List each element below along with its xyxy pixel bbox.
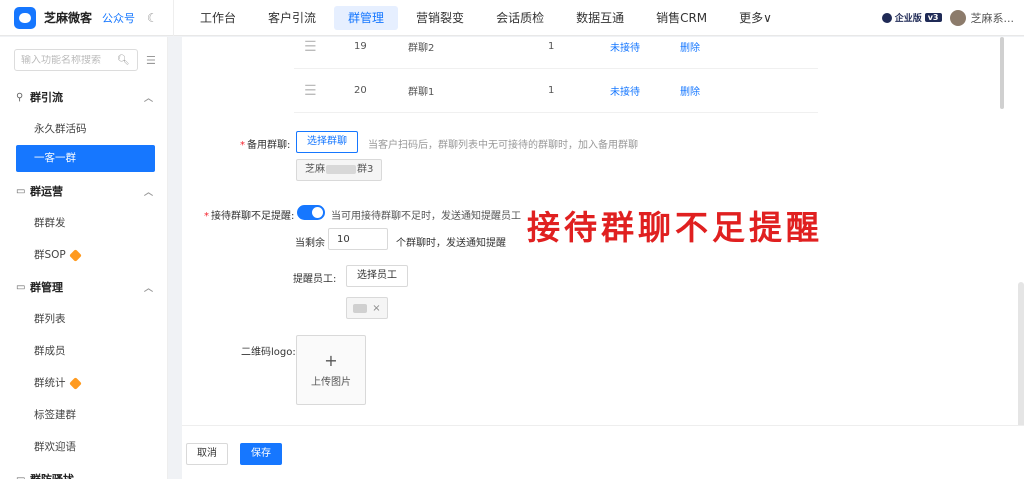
remain-prefix: 当剩余: [295, 238, 325, 249]
sidebar-item-group-stats[interactable]: 群统计: [0, 367, 167, 399]
row-index: 20: [354, 85, 367, 96]
brand-logo-icon: [14, 6, 36, 29]
row-count: 1: [548, 41, 555, 52]
backup-group-tag: 芝麻 群3: [296, 159, 383, 181]
brand-sub-link[interactable]: 公众号: [102, 10, 135, 26]
sidebar: 🔍︎ ☰ ⚲ 群引流 ︿ 永久群活码 一客一群 ▭ 群运营 ︿ 群群发 群SOP…: [0, 37, 168, 479]
upload-label: 上传图片: [311, 376, 351, 388]
row-delete-link[interactable]: 删除: [680, 39, 740, 54]
row-group-name: 群聊2: [408, 43, 435, 54]
drag-handle-icon[interactable]: ☰: [294, 83, 326, 99]
sidebar-search-row: 🔍︎ ☰: [0, 37, 167, 81]
main-content: ☰ 19 群聊2 1 未接待 删除 ☰ 20 群聊1 1 未接待 删除 * 备用群…: [182, 37, 1024, 479]
moon-icon[interactable]: ☾: [147, 11, 158, 25]
nav-item-workbench[interactable]: 工作台: [186, 6, 250, 30]
brand-name: 芝麻微客: [44, 11, 93, 25]
table-row: ☰ 19 群聊2 1 未接待 删除: [294, 25, 818, 69]
drag-handle-icon[interactable]: ☰: [294, 39, 326, 55]
sidebar-group-group-acquisition[interactable]: ⚲ 群引流 ︿: [0, 81, 167, 113]
sidebar-item-group-sop[interactable]: 群SOP: [0, 239, 167, 271]
sidebar-group-group-management[interactable]: ▭ 群管理 ︿: [0, 271, 167, 303]
remain-suffix: 个群聊时，发送通知提醒: [396, 238, 506, 249]
upload-image-box[interactable]: + 上传图片: [296, 335, 366, 405]
plus-icon: +: [324, 350, 338, 370]
row-status-link[interactable]: 未接待: [610, 83, 680, 98]
brand: 芝麻微客 公众号 ☾: [0, 0, 174, 36]
username[interactable]: 芝麻系...: [971, 10, 1015, 26]
required-mark: *: [240, 140, 245, 151]
account-area: 企业版 v3 芝麻系...: [881, 9, 1024, 26]
required-mark: *: [204, 211, 209, 222]
row-count: 1: [548, 85, 555, 96]
chevron-up-icon: ︿: [144, 473, 153, 479]
save-button[interactable]: 保存: [240, 443, 282, 465]
remind-hint: 当可用接待群聊不足时，发送通知提醒员工: [331, 211, 521, 222]
edition-icon: [881, 12, 892, 23]
chat-icon: ▭: [16, 185, 26, 197]
row-delete-link[interactable]: 删除: [680, 83, 740, 98]
remind-toggle[interactable]: [297, 205, 325, 220]
vip-diamond-icon: [68, 248, 82, 262]
version-badge: v3: [924, 13, 942, 22]
redacted-text: [326, 164, 356, 174]
sidebar-item-label: 群SOP: [34, 249, 66, 261]
sidebar-collapse-icon[interactable]: ☰: [146, 54, 156, 67]
select-group-button[interactable]: 选择群聊: [296, 131, 358, 153]
vip-diamond-icon: [68, 376, 82, 390]
edition-label: 企业版: [894, 14, 922, 24]
avatar[interactable]: [949, 9, 966, 26]
sidebar-group-label: 群防骚扰: [30, 471, 144, 479]
row-index: 19: [354, 41, 367, 52]
form-footer: 取消 保存: [182, 425, 1024, 479]
table-row: ☰ 20 群聊1 1 未接待 删除: [294, 69, 818, 113]
redacted-text: [353, 303, 368, 313]
backup-group-label: * 备用群聊:: [240, 136, 290, 151]
chevron-up-icon: ︿: [143, 187, 153, 198]
backup-group-hint: 当客户扫码后，群聊列表中无可接待的群聊时，加入备用群聊: [368, 140, 638, 151]
sidebar-group-anti-harassment[interactable]: ▭ 群防骚扰 ︿: [0, 463, 167, 479]
sidebar-group-label: 群管理: [30, 281, 63, 294]
chevron-up-icon: ︿: [143, 283, 153, 294]
cancel-button[interactable]: 取消: [186, 443, 228, 465]
table-scrollbar[interactable]: [1000, 37, 1004, 109]
backup-group-label-text: 备用群聊:: [247, 140, 291, 151]
remain-count-input[interactable]: [328, 228, 388, 250]
close-icon[interactable]: ×: [372, 303, 380, 314]
search-input[interactable]: [21, 54, 117, 66]
backup-tag-prefix: 芝麻: [305, 164, 325, 175]
shield-icon: ▭: [16, 473, 26, 479]
toggle-knob: [312, 207, 323, 218]
remind-label-text: 接待群聊不足提醒:: [211, 211, 295, 222]
sidebar-item-group-welcome[interactable]: 群欢迎语: [0, 431, 167, 463]
remind-label: * 接待群聊不足提醒:: [204, 207, 294, 222]
sidebar-group-label: 群引流: [30, 91, 63, 104]
row-status-link[interactable]: 未接待: [610, 39, 680, 54]
edition-badge: 企业版 v3: [881, 11, 942, 24]
sidebar-group-label: 群运营: [30, 185, 63, 198]
annotation-text: 接待群聊不足提醒: [527, 208, 823, 247]
staff-label: 提醒员工:: [293, 274, 337, 285]
user-plus-icon: ⚲: [16, 91, 24, 103]
sidebar-item-tag-group[interactable]: 标签建群: [0, 399, 167, 431]
sidebar-item-label: 群统计: [34, 377, 66, 389]
chat-icon: ▭: [16, 281, 26, 293]
backup-tag-suffix: 群3: [357, 164, 374, 175]
chevron-up-icon: ︿: [143, 93, 153, 104]
qr-logo-label: 二维码logo:: [241, 347, 296, 358]
sidebar-item-group-broadcast[interactable]: 群群发: [0, 207, 167, 239]
sidebar-item-group-list[interactable]: 群列表: [0, 303, 167, 335]
search-icon[interactable]: 🔍︎: [117, 55, 130, 66]
row-group-name: 群聊1: [408, 87, 435, 98]
sidebar-group-group-operation[interactable]: ▭ 群运营 ︿: [0, 175, 167, 207]
sidebar-search-box: 🔍︎: [14, 49, 138, 71]
select-staff-button[interactable]: 选择员工: [346, 265, 408, 287]
sidebar-item-permanent-group-code[interactable]: 永久群活码: [0, 113, 167, 145]
sidebar-item-one-customer-one-group[interactable]: 一客一群: [16, 145, 155, 172]
sidebar-item-group-members[interactable]: 群成员: [0, 335, 167, 367]
staff-tag: ×: [346, 297, 388, 319]
